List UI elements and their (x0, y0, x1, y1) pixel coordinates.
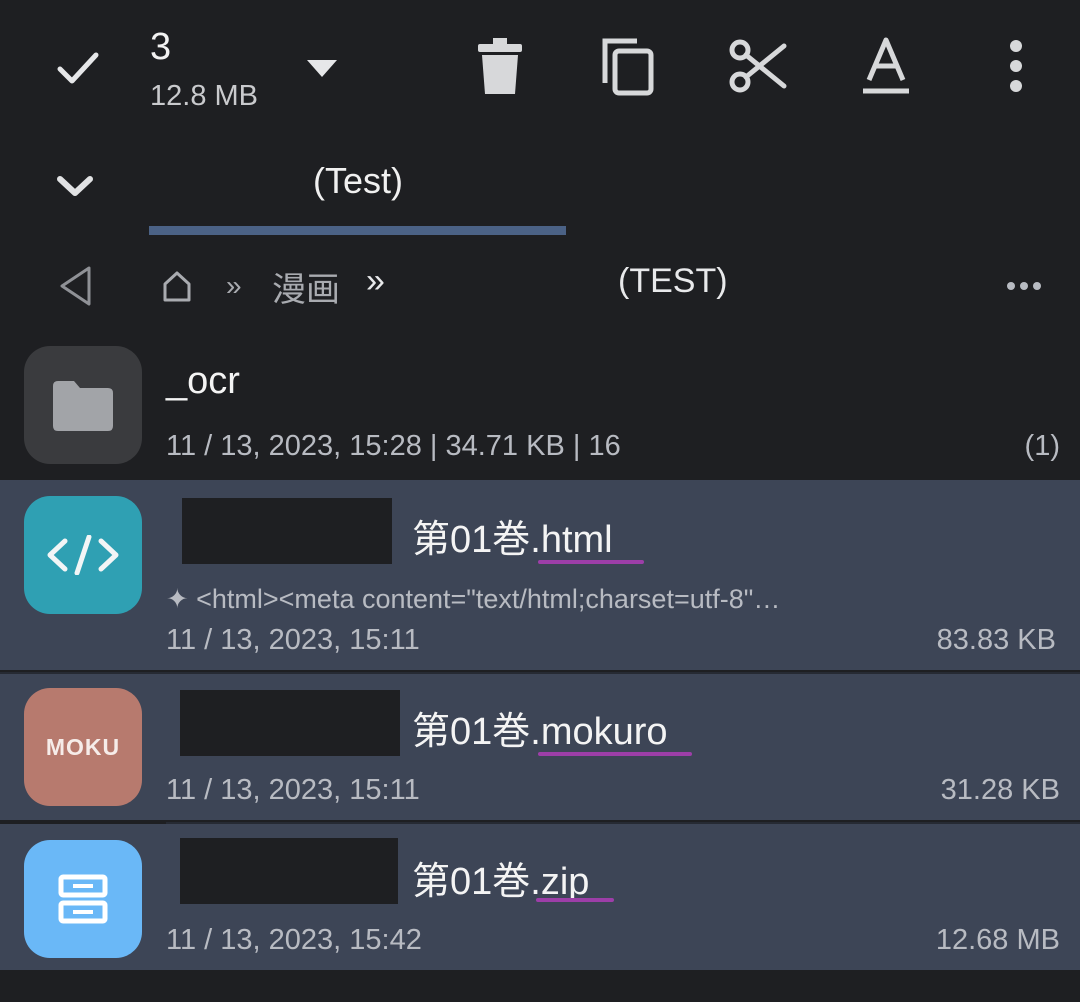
file-name: 第01巻.html (412, 508, 613, 563)
mokuro-file-icon: MOKU (45, 733, 121, 760)
folder-icon (53, 381, 113, 431)
file-name: 第01巻.zip (412, 850, 589, 905)
trash-icon (478, 38, 522, 94)
file-date: 11 / 13, 2023, 15:11 (166, 774, 420, 806)
redacted-name (180, 690, 400, 756)
file-date: 11 / 13, 2023, 15:11 (166, 624, 420, 656)
subitem-count: (1) (1024, 430, 1060, 462)
back-button[interactable] (52, 262, 98, 310)
breadcrumb-current[interactable]: (TEST) (618, 262, 728, 301)
copy-icon (602, 38, 654, 96)
selection-count: 3 (150, 26, 172, 68)
file-extension: .html (530, 519, 613, 561)
folder-tile (24, 346, 142, 464)
home-icon (163, 271, 191, 302)
selection-dropdown-button[interactable] (298, 44, 346, 92)
extension-underline (536, 898, 614, 902)
file-name-base: 第01巻 (412, 711, 531, 753)
collapse-tabs-button[interactable] (50, 164, 100, 208)
html-file-tile (24, 496, 142, 614)
scissors-icon (729, 39, 787, 93)
triangle-left-icon (60, 266, 91, 306)
extension-underline (538, 752, 692, 756)
redacted-name (180, 838, 398, 904)
file-meta: 11 / 13, 2023, 15:28 | 34.71 KB | 16 (166, 430, 621, 462)
tab-test[interactable]: (Test) (150, 160, 566, 202)
file-preview: ✦ <html><meta content="text/html;charset… (166, 584, 781, 614)
list-item-zip-file[interactable]: 第01巻.zip 11 / 13, 2023, 15:42 12.68 MB (0, 824, 1080, 970)
breadcrumb-separator: » (366, 262, 385, 300)
file-size: 31.28 KB (940, 774, 1060, 806)
active-tab-indicator (149, 226, 566, 235)
more-options-button[interactable] (984, 34, 1048, 98)
list-item-mokuro-file[interactable]: MOKU 第01巻.mokuro 11 / 13, 2023, 15:11 31… (0, 674, 1080, 820)
file-name: 第01巻.mokuro (412, 700, 668, 755)
file-size: 83.83 KB (936, 624, 1056, 656)
zip-archive-icon (58, 874, 108, 924)
selection-toolbar: 3 12.8 MB (0, 0, 1080, 140)
rename-button[interactable] (854, 34, 918, 98)
file-extension: .zip (530, 861, 590, 903)
copy-button[interactable] (596, 34, 660, 98)
redacted-name (182, 498, 392, 564)
breadcrumb-folder[interactable]: 漫画 (272, 262, 340, 311)
checkmark-icon (57, 52, 99, 84)
text-format-icon (863, 37, 909, 94)
list-item-html-file[interactable]: 第01巻.html ✦ <html><meta content="text/ht… (0, 480, 1080, 670)
list-item-ocr-folder[interactable]: _ocr 11 / 13, 2023, 15:28 | 34.71 KB | 1… (0, 340, 1080, 478)
selection-size: 12.8 MB (150, 80, 258, 112)
file-size: 12.68 MB (935, 924, 1060, 956)
extension-underline (538, 560, 644, 564)
file-name-base: 第01巻 (412, 519, 531, 561)
confirm-selection-button[interactable] (46, 36, 110, 100)
mokuro-file-tile: MOKU (24, 688, 142, 806)
home-crumb[interactable] (158, 264, 196, 308)
horizontal-dots-icon (1007, 282, 1041, 290)
delete-button[interactable] (468, 34, 532, 98)
caret-down-icon (307, 60, 337, 77)
breadcrumb-more-button[interactable] (1000, 270, 1048, 302)
file-extension: .mokuro (530, 711, 668, 753)
vertical-dots-icon (1010, 40, 1022, 92)
file-date: 11 / 13, 2023, 15:42 (166, 924, 422, 956)
file-name-base: 第01巻 (412, 861, 531, 903)
cut-button[interactable] (726, 34, 790, 98)
file-name: _ocr (166, 360, 240, 402)
chevron-down-icon (57, 176, 93, 196)
html-file-icon (47, 535, 119, 575)
zip-file-tile (24, 840, 142, 958)
breadcrumb-separator: » (226, 270, 242, 301)
